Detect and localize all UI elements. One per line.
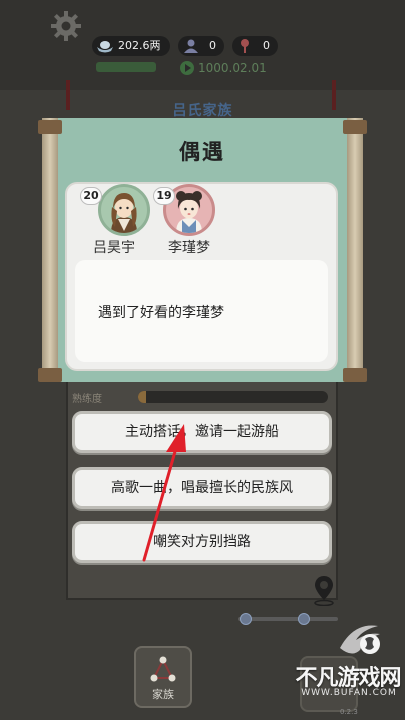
choice-button[interactable]: 嘲笑对方别挡路 [72,521,332,563]
choice-button[interactable]: 高歌一曲，唱最擅长的民族风 [72,467,332,509]
skill-label: 熟练度 [72,394,102,405]
age-badge: 20 [80,187,102,205]
zoom-slider[interactable] [238,617,338,621]
play-icon[interactable] [180,61,194,75]
skill-progress-fill [138,391,146,403]
event-message: 遇到了好看的李瑾梦 [98,305,224,321]
person-icon [184,39,198,53]
pin-icon [241,39,249,53]
game-time[interactable]: 1000.02.01 [178,58,267,78]
counter-b-value: 0 [263,39,270,52]
choice-button[interactable]: 主动搭话，邀请一起游船 [72,411,332,453]
money-value: 202.6两 [118,39,161,52]
ingot-icon [97,41,113,53]
family-tree-icon [150,656,176,682]
skill-row: 熟练度 [66,388,338,408]
family-title: 吕氏家族 [172,103,233,119]
rod-cap [38,120,62,134]
watermark-url: WWW.BUFAN.COM [301,688,397,698]
male-portrait-icon [111,193,137,233]
age-badge: 19 [153,187,175,205]
rod-cap [38,368,62,382]
rod-cap [343,368,367,382]
counter-a: 0 [178,36,224,56]
gear-icon[interactable] [50,10,82,42]
counter-b: 0 [232,36,278,56]
game-time-value: 1000.02.01 [198,61,267,75]
dialog-title: 偶遇 [179,140,225,164]
character-avatar-male[interactable] [98,184,150,236]
map-pin-icon[interactable] [312,574,336,606]
version-label: 0.2.3 [340,708,358,716]
slider-knob-right[interactable] [298,613,310,625]
status-bar [96,62,156,72]
character-name: 李瑾梦 [168,240,210,256]
rod-cap [343,120,367,134]
counter-a-value: 0 [209,39,216,52]
family-nav-button[interactable]: 家族 [134,646,192,708]
character-name: 吕昊宇 [93,240,135,256]
slider-knob-left[interactable] [240,613,252,625]
money-counter: 202.6两 [92,36,170,56]
family-nav-label: 家族 [152,688,174,701]
skill-progress-bar [138,391,328,403]
watermark-logo-icon [340,625,380,654]
